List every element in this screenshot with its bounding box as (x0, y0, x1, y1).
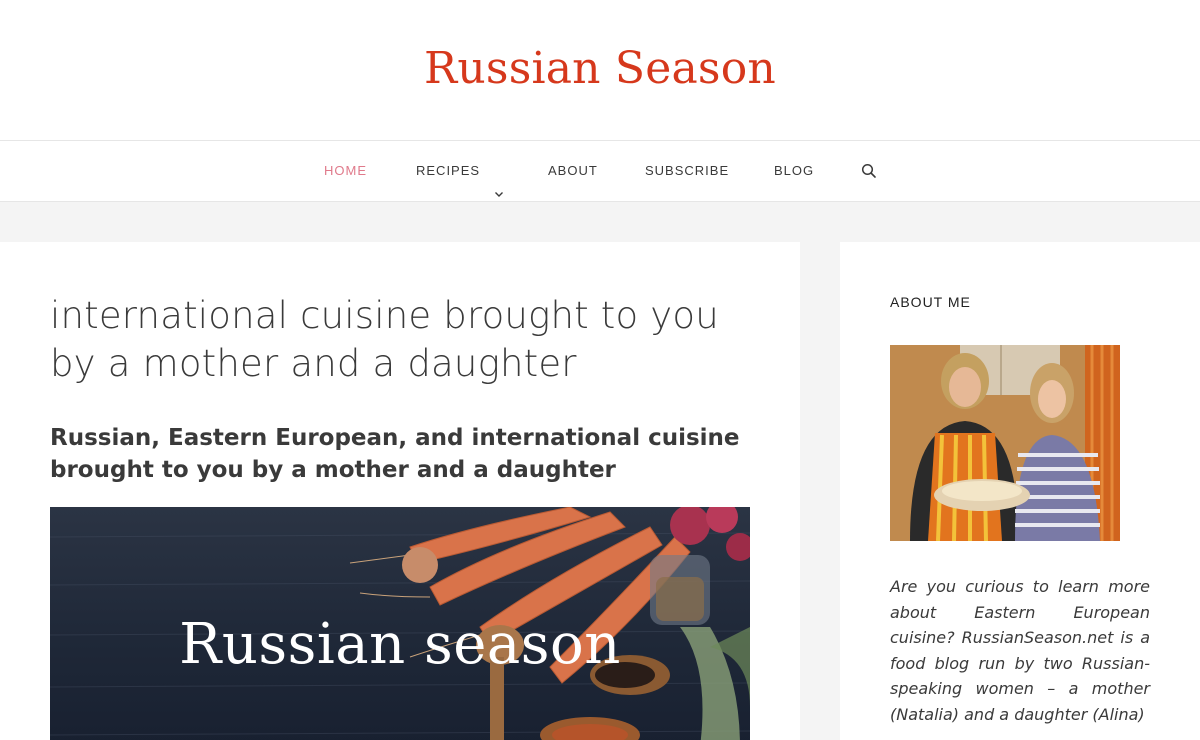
hero-title: Russian season (179, 612, 621, 677)
page-subheading: Russian, Eastern European, and internati… (50, 425, 740, 483)
site-header: Russian Season (0, 0, 1200, 140)
chevron-down-icon (494, 165, 504, 197)
about-text: Are you curious to learn more about East… (890, 577, 1150, 724)
nav-item-subscribe[interactable]: SUBSCRIBE (645, 141, 729, 201)
widget-title-about: ABOUT ME (890, 294, 971, 310)
about-photo (890, 345, 1120, 541)
nav-item-blog[interactable]: BLOG (774, 141, 814, 201)
hero-image: Russian season (50, 507, 750, 740)
sidebar: ABOUT ME Are you curious to learn more a… (840, 242, 1200, 740)
nav-item-recipes-label: RECIPES (416, 163, 481, 178)
nav-item-home[interactable]: HOME (324, 141, 367, 201)
nav-item-recipes[interactable]: RECIPES (416, 141, 504, 201)
page-title: international cuisine brought to you by … (50, 294, 719, 385)
about-photo-illustration (890, 345, 1120, 541)
main-content: international cuisine brought to you by … (0, 242, 800, 740)
site-title[interactable]: Russian Season (424, 43, 776, 94)
search-icon[interactable] (861, 163, 877, 179)
nav-item-about[interactable]: ABOUT (548, 141, 598, 201)
main-nav: HOME RECIPES ABOUT SUBSCRIBE BLOG (0, 140, 1200, 202)
